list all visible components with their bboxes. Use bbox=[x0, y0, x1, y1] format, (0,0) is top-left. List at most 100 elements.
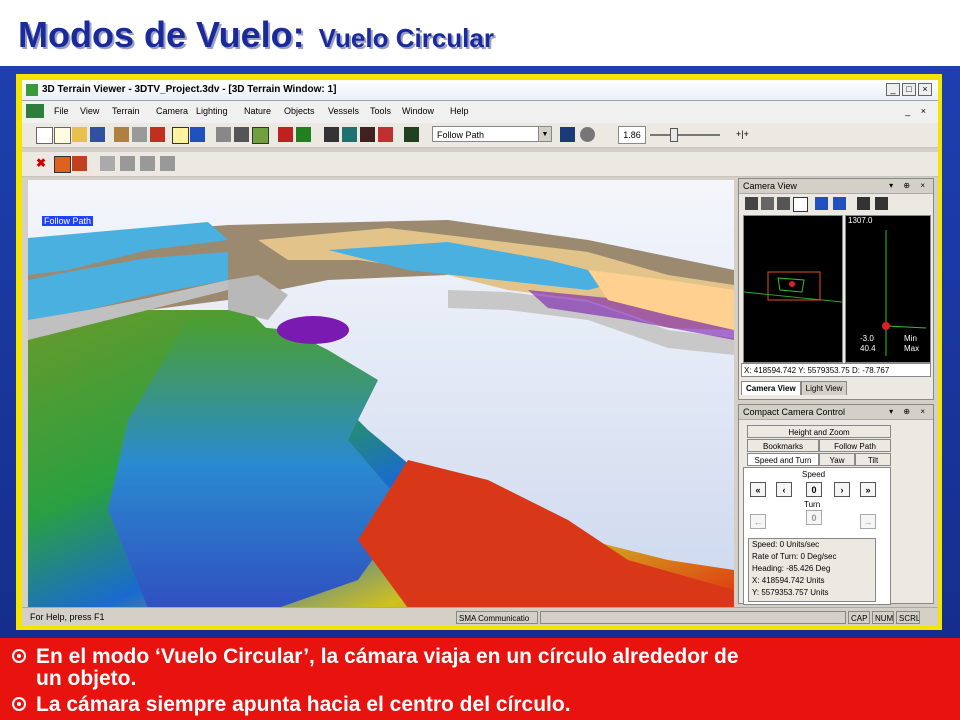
window-title: 3D Terrain Viewer - 3DTV_Project.3dv - [… bbox=[42, 84, 337, 95]
panel-controls[interactable]: ▾ ⊕ × bbox=[889, 179, 929, 193]
status-bar: For Help, press F1 SMA Communicatio CAP … bbox=[22, 607, 938, 626]
eraser-icon[interactable] bbox=[216, 127, 231, 142]
stop-icon[interactable] bbox=[580, 127, 595, 142]
save-icon[interactable] bbox=[90, 127, 105, 142]
panel-controls[interactable]: ▾ ⊕ × bbox=[889, 405, 929, 419]
new-project-icon[interactable] bbox=[54, 127, 71, 144]
bullet-text-1: En el modo ‘Vuelo Circular’, la cámara v… bbox=[36, 645, 739, 668]
lightbulb-icon[interactable] bbox=[172, 127, 189, 144]
menu-view[interactable]: View bbox=[80, 106, 99, 116]
screenshot-icon[interactable] bbox=[404, 127, 419, 142]
turn-right-button[interactable]: → bbox=[860, 514, 876, 529]
menu-tools[interactable]: Tools bbox=[370, 106, 391, 116]
main-toolbar: Follow Path ▼ 1.86 +|+ bbox=[22, 123, 938, 148]
tools-icon[interactable] bbox=[114, 127, 129, 142]
house-icon[interactable] bbox=[72, 156, 87, 171]
status-help-text: For Help, press F1 bbox=[30, 612, 105, 622]
measure-icon[interactable] bbox=[132, 127, 147, 142]
menu-help[interactable]: Help bbox=[450, 106, 469, 116]
marker-icon[interactable] bbox=[150, 127, 165, 142]
turn-value[interactable]: 0 bbox=[806, 510, 822, 525]
speed-fast-increase-button[interactable]: » bbox=[860, 482, 876, 497]
slide-title: Modos de Vuelo: Vuelo Circular bbox=[18, 14, 494, 64]
slide-title-main: Modos de Vuelo: bbox=[18, 14, 305, 55]
tab-speed-turn[interactable]: Speed and Turn bbox=[747, 453, 819, 466]
bullet-band: En el modo ‘Vuelo Circular’, la cámara v… bbox=[0, 638, 960, 720]
flight-launch-icon[interactable] bbox=[560, 127, 575, 142]
menu-terrain[interactable]: Terrain bbox=[112, 106, 140, 116]
object-icon-1[interactable] bbox=[120, 156, 135, 171]
camera-view-tabs: Camera View Light View bbox=[741, 381, 848, 397]
speed-value[interactable]: 0 bbox=[806, 482, 822, 497]
chevron-down-icon[interactable]: ▼ bbox=[538, 127, 551, 141]
camera-nav-icon-1[interactable] bbox=[815, 197, 828, 210]
new-file-icon[interactable] bbox=[36, 127, 53, 144]
speed-decrease-button[interactable]: ‹ bbox=[776, 482, 792, 497]
status-company: SMA Communicatio bbox=[456, 611, 538, 624]
status-empty-cell bbox=[540, 611, 846, 624]
camera-elevation-view[interactable]: 1307.0 -3.0 Min 40.4 Max bbox=[845, 215, 931, 363]
zoom-in-icon[interactable] bbox=[777, 197, 790, 210]
object-icon-2[interactable] bbox=[140, 156, 155, 171]
terrain-rendering bbox=[28, 180, 734, 608]
object-icon-3[interactable] bbox=[160, 156, 175, 171]
menu-objects[interactable]: Objects bbox=[284, 106, 315, 116]
camera-plan-view[interactable] bbox=[743, 215, 843, 363]
status-cap: CAP bbox=[848, 611, 870, 624]
speed-increase-button[interactable]: › bbox=[834, 482, 850, 497]
fit-extent-button[interactable]: +|+ bbox=[736, 129, 749, 139]
hand-icon[interactable] bbox=[745, 197, 758, 210]
menu-nature[interactable]: Nature bbox=[244, 106, 271, 116]
open-folder-icon[interactable] bbox=[72, 127, 87, 142]
document-icon[interactable] bbox=[26, 104, 44, 118]
flight-mode-select[interactable]: Follow Path ▼ bbox=[432, 126, 552, 142]
red-object-icon[interactable] bbox=[278, 127, 293, 142]
person-icon[interactable] bbox=[360, 127, 375, 142]
brush-icon[interactable] bbox=[234, 127, 249, 142]
green-object-icon[interactable] bbox=[296, 127, 311, 142]
delete-icon[interactable]: ✖ bbox=[36, 156, 51, 171]
speed-label: Speed bbox=[802, 470, 826, 479]
maximize-button[interactable]: □ bbox=[902, 83, 916, 96]
zoom-slider-thumb[interactable] bbox=[670, 128, 678, 142]
speed-fast-decrease-button[interactable]: « bbox=[750, 482, 766, 497]
menu-vessels[interactable]: Vessels bbox=[328, 106, 359, 116]
camera-icon[interactable] bbox=[324, 127, 339, 142]
zoom-search-icon[interactable] bbox=[793, 197, 808, 212]
tab-tilt[interactable]: Tilt bbox=[855, 453, 891, 466]
house-active-icon[interactable] bbox=[54, 156, 71, 173]
coord-y: Y: 5579353.75 bbox=[798, 366, 850, 375]
menu-file[interactable]: File bbox=[54, 106, 69, 116]
move-icon[interactable] bbox=[100, 156, 115, 171]
info-heading: Heading: -85.426 Deg bbox=[752, 564, 831, 573]
camera-view-header: Camera View ▾ ⊕ × bbox=[739, 179, 933, 194]
info-x: X: 418594.742 Units bbox=[752, 576, 825, 585]
tab-light-view[interactable]: Light View bbox=[800, 381, 848, 395]
view-icon[interactable] bbox=[875, 197, 888, 210]
terrain-map-icon[interactable] bbox=[252, 127, 269, 144]
zoom-slider[interactable] bbox=[650, 128, 720, 142]
menu-lighting[interactable]: Lighting bbox=[196, 106, 228, 116]
pan-icon[interactable] bbox=[761, 197, 774, 210]
zoom-value[interactable]: 1.86 bbox=[618, 126, 646, 144]
max-label: Max bbox=[904, 344, 920, 353]
settings-icon[interactable] bbox=[857, 197, 870, 210]
tab-follow-path[interactable]: Follow Path bbox=[819, 439, 891, 452]
turn-left-button[interactable]: ← bbox=[750, 514, 766, 529]
camera-nav-icon-2[interactable] bbox=[833, 197, 846, 210]
minimize-button[interactable]: _ bbox=[886, 83, 900, 96]
tab-camera-view[interactable]: Camera View bbox=[741, 381, 801, 395]
avi-record-icon[interactable] bbox=[378, 127, 393, 142]
mdi-window-controls[interactable]: _ × bbox=[905, 106, 930, 116]
camera-view-title: Camera View bbox=[743, 181, 797, 191]
cube-icon[interactable] bbox=[342, 127, 357, 142]
terrain-3d-view[interactable]: Follow Path bbox=[28, 180, 734, 608]
tab-bookmarks[interactable]: Bookmarks bbox=[747, 439, 819, 452]
close-button[interactable]: × bbox=[918, 83, 932, 96]
menu-camera[interactable]: Camera bbox=[156, 106, 188, 116]
menu-window[interactable]: Window bbox=[402, 106, 434, 116]
camera-elevation-drawing bbox=[882, 230, 927, 356]
tab-yaw[interactable]: Yaw bbox=[819, 453, 855, 466]
tab-height-zoom[interactable]: Height and Zoom bbox=[747, 425, 891, 438]
camera-pointer-icon[interactable] bbox=[190, 127, 205, 142]
